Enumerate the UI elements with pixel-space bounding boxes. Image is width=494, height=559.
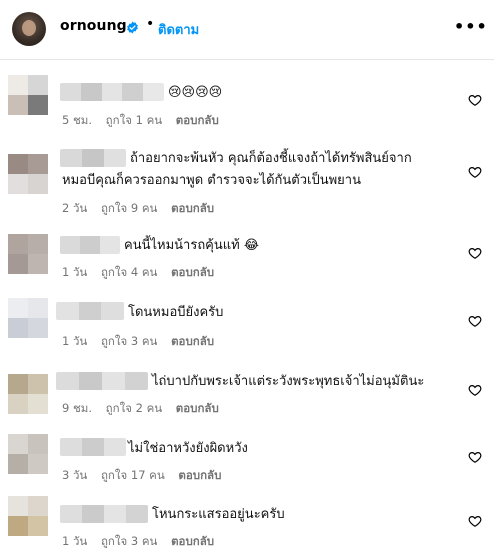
more-options-icon[interactable]: ••• — [454, 17, 488, 36]
comment-meta: 1 วัน ถูกใจ 3 คน ตอบกลับ — [62, 333, 224, 351]
commenter-name-blurred[interactable] — [60, 438, 126, 456]
comment-time: 3 วัน — [62, 468, 88, 482]
post-header: ornoung • ติดตาม ••• — [0, 0, 494, 60]
commenter-name-blurred[interactable] — [56, 302, 124, 320]
comment-time: 1 วัน — [62, 265, 88, 279]
commenter-name-blurred[interactable] — [60, 236, 120, 254]
reply-button[interactable]: ตอบกลับ — [171, 334, 214, 348]
comment-time: 1 วัน — [62, 334, 88, 348]
profile-username[interactable]: ornoung — [60, 18, 127, 34]
comment-time: 5 ชม. — [62, 113, 93, 127]
comment-likes[interactable]: ถูกใจ 3 คน — [101, 334, 157, 348]
reply-button[interactable]: ตอบกลับ — [171, 265, 214, 279]
comment-likes[interactable]: ถูกใจ 4 คน — [101, 265, 157, 279]
heart-icon[interactable] — [468, 514, 482, 528]
comment-text: ไม่ใช่อาหวังยังผิดหวัง — [128, 441, 248, 456]
comment-text-line2: หมอบีคุณก็ควรออกมาพูด ตำรวจจะได้กันตัวเป… — [62, 173, 361, 188]
comment-time: 2 วัน — [62, 201, 88, 215]
comment-text: โดนหมอบียังครับ — [128, 305, 224, 320]
reply-button[interactable]: ตอบกลับ — [176, 401, 219, 415]
profile-avatar[interactable] — [12, 12, 46, 46]
commenter-name-blurred[interactable] — [60, 149, 126, 167]
reply-button[interactable]: ตอบกลับ — [176, 113, 219, 127]
commenter-name-blurred[interactable] — [56, 372, 148, 390]
commenter-avatar[interactable] — [8, 496, 48, 536]
commenter-avatar[interactable] — [8, 374, 48, 414]
reply-button[interactable]: ตอบกลับ — [178, 468, 221, 482]
comment-likes[interactable]: ถูกใจ 1 คน — [106, 113, 162, 127]
follow-button[interactable]: ติดตาม — [158, 19, 199, 40]
comment-meta: 1 วัน ถูกใจ 4 คน ตอบกลับ — [62, 264, 224, 282]
comment-likes[interactable]: ถูกใจ 3 คน — [101, 534, 157, 548]
comment-meta: 3 วัน ถูกใจ 17 คน ตอบกลับ — [62, 467, 231, 485]
comment-time: 9 ชม. — [62, 401, 93, 415]
comment-meta: 2 วัน ถูกใจ 9 คน ตอบกลับ — [62, 200, 224, 218]
commenter-avatar[interactable] — [8, 75, 48, 115]
heart-icon[interactable] — [468, 93, 482, 107]
commenter-avatar[interactable] — [8, 234, 48, 274]
reply-button[interactable]: ตอบกลับ — [171, 201, 214, 215]
heart-icon[interactable] — [468, 314, 482, 328]
comment-text: 😢😢😢😢 — [168, 85, 223, 100]
comment-meta: 1 วัน ถูกใจ 3 คน ตอบกลับ — [62, 533, 224, 551]
commenter-name-blurred[interactable] — [60, 83, 164, 101]
heart-icon[interactable] — [468, 246, 482, 260]
verified-badge-icon — [127, 21, 138, 34]
comment-likes[interactable]: ถูกใจ 9 คน — [101, 201, 157, 215]
commenter-avatar[interactable] — [8, 154, 48, 194]
commenter-avatar[interactable] — [8, 298, 48, 338]
comment-meta: 9 ชม. ถูกใจ 2 คน ตอบกลับ — [62, 400, 229, 418]
comment-text: คนนี้ไหมน้ารถคุ้นแท้ 😂 — [124, 238, 260, 253]
comment-text: ไถ่บาปกับพระเจ้าแต่ระวังพระพุทธเจ้าไม่อน… — [152, 374, 425, 389]
comment-meta: 5 ชม. ถูกใจ 1 คน ตอบกลับ — [62, 112, 229, 130]
comment-likes[interactable]: ถูกใจ 2 คน — [106, 401, 162, 415]
heart-icon[interactable] — [468, 450, 482, 464]
comment-time: 1 วัน — [62, 534, 88, 548]
commenter-name-blurred[interactable] — [60, 505, 148, 523]
comment-text: ถ้าอยากจะพ้นหัว คุณก็ต้องชี้แจงถ้าได้ทรั… — [130, 151, 412, 166]
comment-text: โหนกระแสรออยู่นะครับ — [152, 507, 285, 522]
heart-icon[interactable] — [468, 165, 482, 179]
separator-dot: • — [146, 16, 155, 32]
comment-likes[interactable]: ถูกใจ 17 คน — [101, 468, 165, 482]
heart-icon[interactable] — [468, 383, 482, 397]
reply-button[interactable]: ตอบกลับ — [171, 534, 214, 548]
commenter-avatar[interactable] — [8, 434, 48, 474]
